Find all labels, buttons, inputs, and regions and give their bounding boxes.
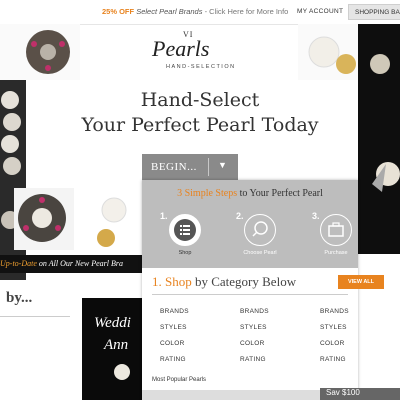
pearl-earrings-photo [298, 24, 358, 80]
list-icon [174, 219, 196, 241]
promo-brands: Select Pearl Brands [136, 7, 203, 16]
chevron-down-icon: ▼ [218, 160, 227, 170]
step-1-label: Shop [178, 250, 192, 256]
begin-divider [208, 158, 209, 176]
shopping-bag-button[interactable]: SHOPPING BAG [348, 4, 400, 20]
category-color[interactable]: COLOR [160, 340, 185, 347]
category-rating[interactable]: RATING [160, 356, 186, 363]
step-choose-pearl-button[interactable] [244, 214, 276, 246]
wedding-line: Weddi [94, 315, 131, 331]
step-shop-button[interactable] [169, 214, 201, 246]
step-1-number: 1. [160, 211, 168, 221]
shop-rest: by Category Below [191, 274, 297, 289]
shop-step-number: 1. [152, 274, 162, 289]
category-color[interactable]: COLOR [240, 340, 265, 347]
new-brands-strip[interactable]: Up-to-Date on All Our New Pearl Bra [0, 255, 142, 273]
category-styles[interactable]: STYLES [240, 324, 267, 331]
wedding-anniversary-promo[interactable]: Weddi Ann [82, 298, 144, 400]
category-rating[interactable]: RATING [320, 356, 346, 363]
wedding-text: Weddi Ann [94, 312, 131, 356]
pearl-strand-photo [0, 80, 26, 280]
shop-word: Shop [165, 274, 192, 289]
begin-dropdown-button[interactable]: BEGIN... ▼ [142, 154, 238, 180]
pearl-pendant-photo [92, 192, 144, 252]
divider [152, 294, 348, 295]
category-brands[interactable]: BRANDS [320, 308, 349, 315]
promo-banner[interactable]: 25% OFF Select Pearl Brands - Click Here… [102, 7, 288, 16]
search-icon [252, 221, 268, 237]
steps-title-rest: to Your Perfect Pearl [237, 188, 323, 199]
anniversary-line: Ann [104, 337, 129, 353]
category-color[interactable]: COLOR [320, 340, 345, 347]
category-brands[interactable]: BRANDS [160, 308, 189, 315]
most-popular-heading: Most Popular Pearls [152, 377, 207, 383]
my-account-link[interactable]: MY ACCOUNT [297, 8, 343, 15]
hero-line-2: Your Perfect Pearl Today [81, 114, 319, 136]
step-2-number: 2. [236, 211, 244, 221]
step-2-label: Choose Pearl [243, 250, 277, 256]
shop-by-category-heading: 1. Shop by Category Below [152, 274, 296, 290]
view-all-button[interactable]: VIEW ALL [338, 275, 384, 289]
new-brands-text: Up-to-Date on All Our New Pearl Bra [0, 259, 123, 268]
logo-pearls[interactable]: Pearls [152, 36, 209, 62]
divider [0, 316, 70, 317]
new-brands-rest: on All Our New Pearl Bra [36, 259, 123, 268]
hero-headline: Hand-Select Your Perfect Pearl Today [40, 88, 360, 138]
steps-header: 3 Simple Steps to Your Perfect Pearl 1. … [142, 180, 358, 268]
step-3-number: 3. [312, 211, 320, 221]
shop-by-heading: by... [6, 290, 33, 306]
jewelry-flower-photo [0, 24, 80, 80]
category-brands[interactable]: BRANDS [240, 308, 269, 315]
briefcase-icon [328, 222, 344, 237]
steps-dropdown-panel: 3 Simple Steps to Your Perfect Pearl 1. … [142, 180, 384, 400]
flower-brooch-photo [14, 188, 74, 250]
step-purchase-button[interactable] [320, 214, 352, 246]
hero-line-1: Hand-Select [140, 89, 260, 111]
begin-label: BEGIN... [151, 161, 197, 173]
category-styles[interactable]: STYLES [160, 324, 187, 331]
logo-tagline: HAND-SELECTION [166, 64, 236, 70]
up-to-date-highlight: Up-to-Date [0, 259, 37, 268]
promo-discount: 25% OFF [102, 7, 135, 16]
steps-count: 3 Simple Steps [177, 188, 238, 199]
pearl-ring-icon [114, 364, 130, 380]
price-badge: Sav $100 [320, 388, 400, 400]
category-rating[interactable]: RATING [240, 356, 266, 363]
steps-title: 3 Simple Steps to Your Perfect Pearl [142, 188, 358, 199]
black-pearl-photo [358, 24, 400, 254]
step-3-label: Purchase [324, 250, 348, 256]
promo-more-info: - Click Here for More Info [202, 7, 289, 16]
category-styles[interactable]: STYLES [320, 324, 347, 331]
